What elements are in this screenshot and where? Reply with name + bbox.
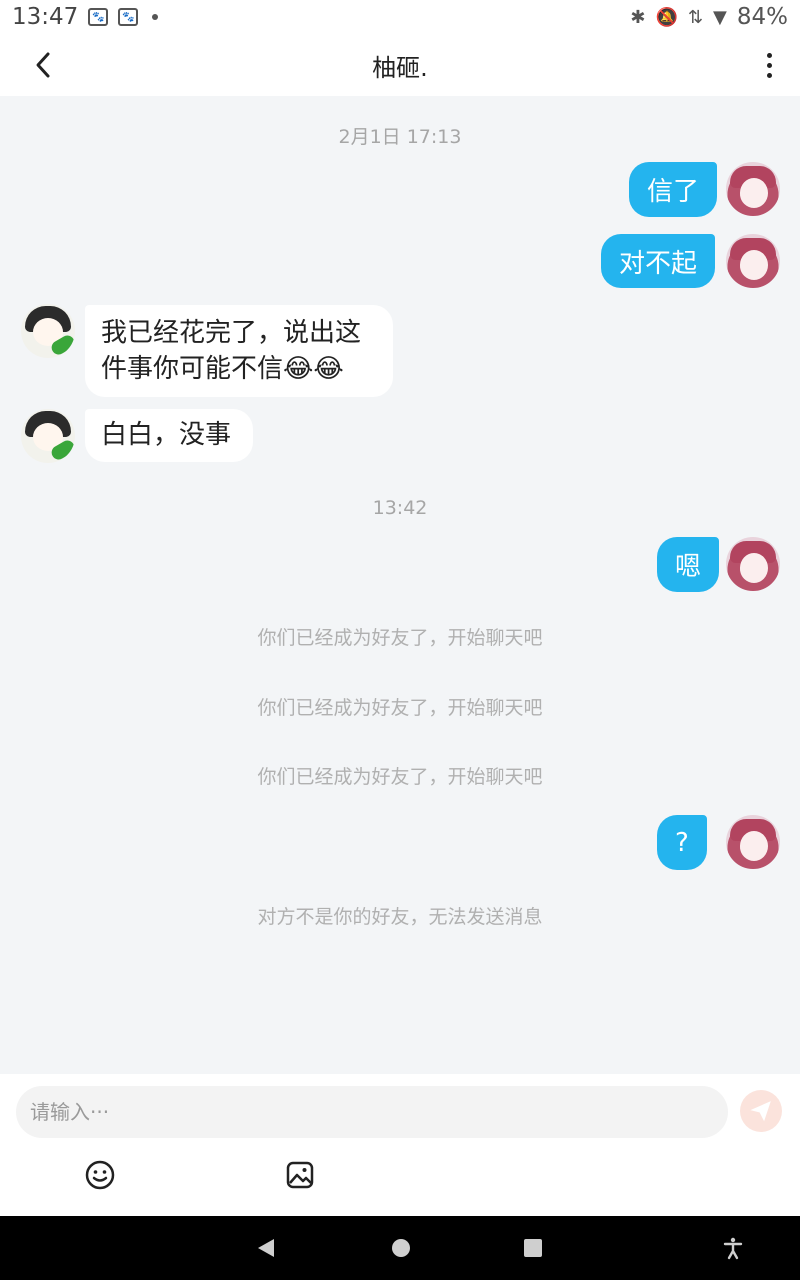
input-panel [0, 1074, 800, 1216]
laughing-tears-emoji: 😂😂 [283, 354, 344, 384]
back-button[interactable] [26, 48, 60, 82]
status-time: 13:47 [12, 4, 79, 30]
data-arrows-icon: ⇅ [687, 6, 704, 28]
my-avatar[interactable] [726, 537, 780, 591]
system-notice: 你们已经成为好友了，开始聊天吧 [257, 766, 543, 788]
chat-header: 柚砸. [0, 34, 800, 96]
more-dot-icon [766, 62, 772, 68]
chat-title: 柚砸. [372, 53, 428, 82]
battery-level: 84% [736, 4, 788, 30]
nav-recents-button[interactable] [521, 1236, 545, 1260]
timestamp: 13:42 [372, 497, 428, 519]
system-notice: 对方不是你的好友，无法发送消息 [257, 906, 543, 928]
status-bar: 13:47 🐾 🐾 ✱ 🔕 ⇅ ▼ 84% [0, 0, 800, 34]
my-message-bubble[interactable]: 嗯 [657, 537, 720, 592]
more-dot-icon [766, 72, 772, 78]
send-button[interactable] [740, 1090, 782, 1132]
message-text: 信了 [647, 177, 700, 207]
bluetooth-icon: ✱ [630, 6, 646, 28]
my-message-bubble[interactable]: 信了 [629, 162, 718, 217]
triangle-back-icon [258, 1239, 274, 1257]
my-message-bubble[interactable]: ? [657, 815, 707, 870]
accessibility-button[interactable] [721, 1236, 745, 1260]
message-text: 对不起 [619, 248, 698, 279]
system-notice: 你们已经成为好友了，开始聊天吧 [257, 697, 543, 719]
contact-message-bubble[interactable]: 我已经花完了，说出这 件事你可能不信😂😂 [85, 305, 393, 397]
message-text: ? [675, 827, 689, 858]
mute-icon: 🔕 [655, 6, 678, 28]
message-text-line: 我已经花完了，说出这 [101, 318, 362, 348]
dot-icon [152, 14, 159, 20]
contact-message-bubble[interactable]: 白白，没事 [85, 409, 253, 462]
wifi-icon: ▼ [713, 6, 727, 28]
chat-message-list[interactable]: 2月1日 17:13 信了 对不起 我已经花完了，说出这 件事你可能不信😂😂 白… [0, 96, 800, 1074]
my-avatar[interactable] [726, 234, 780, 288]
chevron-left-icon [36, 52, 50, 78]
nav-home-button[interactable] [389, 1236, 413, 1260]
my-avatar[interactable] [726, 162, 780, 216]
contact-avatar[interactable] [21, 304, 75, 358]
message-text: 白白，没事 [101, 420, 232, 450]
smiley-icon [85, 1160, 115, 1190]
more-options-button[interactable] [756, 48, 782, 82]
contact-avatar[interactable] [21, 409, 75, 463]
send-icon [750, 1101, 771, 1122]
circle-home-icon [392, 1239, 410, 1257]
accessibility-icon [723, 1237, 743, 1260]
more-dot-icon [766, 52, 772, 58]
paw-icon: 🐾 [118, 8, 139, 26]
message-text: 嗯 [675, 552, 702, 582]
timestamp: 2月1日 17:13 [338, 126, 462, 148]
nav-back-button[interactable] [254, 1236, 278, 1260]
system-nav-bar [0, 1216, 800, 1280]
image-icon [286, 1161, 314, 1189]
emoji-button[interactable] [83, 1158, 117, 1192]
image-button[interactable] [283, 1158, 317, 1192]
message-input[interactable] [16, 1086, 728, 1138]
my-message-bubble[interactable]: 对不起 [601, 234, 716, 288]
paw-icon: 🐾 [88, 8, 109, 26]
square-recents-icon [524, 1239, 542, 1257]
system-notice: 你们已经成为好友了，开始聊天吧 [257, 627, 543, 649]
message-text-line: 件事你可能不信 [101, 354, 284, 384]
my-avatar[interactable] [726, 815, 780, 869]
